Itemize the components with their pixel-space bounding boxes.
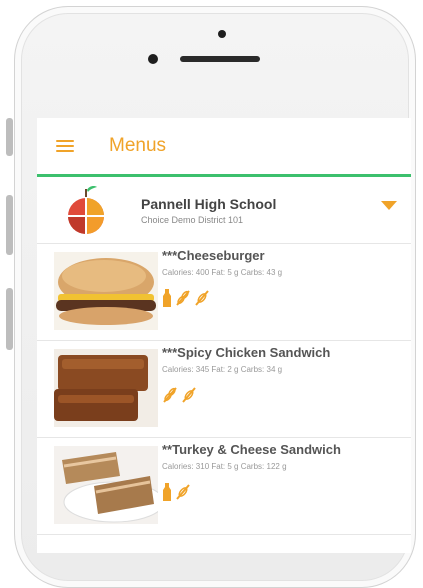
milk-icon <box>163 483 171 501</box>
phone-speaker <box>180 56 260 62</box>
menu-item-name: ***Spicy Chicken Sandwich <box>162 345 331 360</box>
chevron-down-icon[interactable] <box>381 201 397 210</box>
menu-item-nutrition: Calories: 345 Fat: 2 g Carbs: 34 g <box>162 365 283 374</box>
food-image-turkey-cheese-sandwich <box>54 446 158 524</box>
phone-camera <box>218 30 226 38</box>
menu-item-nutrition: Calories: 400 Fat: 5 g Carbs: 43 g <box>162 268 283 277</box>
phone-side-button <box>6 195 13 255</box>
menu-button[interactable] <box>37 118 93 174</box>
wheat-icon <box>163 387 177 403</box>
menu-item-spicy-chicken-sandwich[interactable]: ***Spicy Chicken Sandwich Calories: 345 … <box>37 341 411 438</box>
allergen-icons <box>162 483 341 501</box>
phone-side-button <box>6 118 13 156</box>
allergen-icons <box>162 289 282 307</box>
milk-icon <box>163 289 171 307</box>
school-selector[interactable]: Pannell High School Choice Demo District… <box>37 177 411 244</box>
allergen-icons <box>162 386 330 404</box>
menu-item-name: ***Cheeseburger <box>162 248 265 263</box>
phone-sensor <box>148 54 158 64</box>
school-district: Choice Demo District 101 <box>141 214 244 225</box>
app-screen: Menus Pannell High School Choice Demo Di… <box>37 118 411 553</box>
school-name: Pannell High School <box>141 195 277 212</box>
wheat-icon <box>176 290 190 306</box>
app-bar: Menus <box>37 118 411 177</box>
hamburger-icon <box>56 137 74 155</box>
menu-item-turkey-cheese-sandwich[interactable]: **Turkey & Cheese Sandwich Calories: 310… <box>37 438 411 535</box>
school-logo <box>68 186 104 234</box>
page-title: Menus <box>109 135 167 156</box>
wheat-icon <box>182 387 196 403</box>
menu-item-nutrition: Calories: 310 Fat: 5 g Carbs: 122 g <box>162 462 287 471</box>
wheat-icon <box>176 484 190 500</box>
food-image-cheeseburger <box>54 252 158 330</box>
wheat-icon <box>195 290 209 306</box>
menu-item-name: **Turkey & Cheese Sandwich <box>162 442 341 457</box>
phone-side-button <box>6 288 13 350</box>
menu-item-cheeseburger[interactable]: ***Cheeseburger Calories: 400 Fat: 5 g C… <box>37 244 411 341</box>
food-image-spicy-chicken-sandwich <box>54 349 158 427</box>
